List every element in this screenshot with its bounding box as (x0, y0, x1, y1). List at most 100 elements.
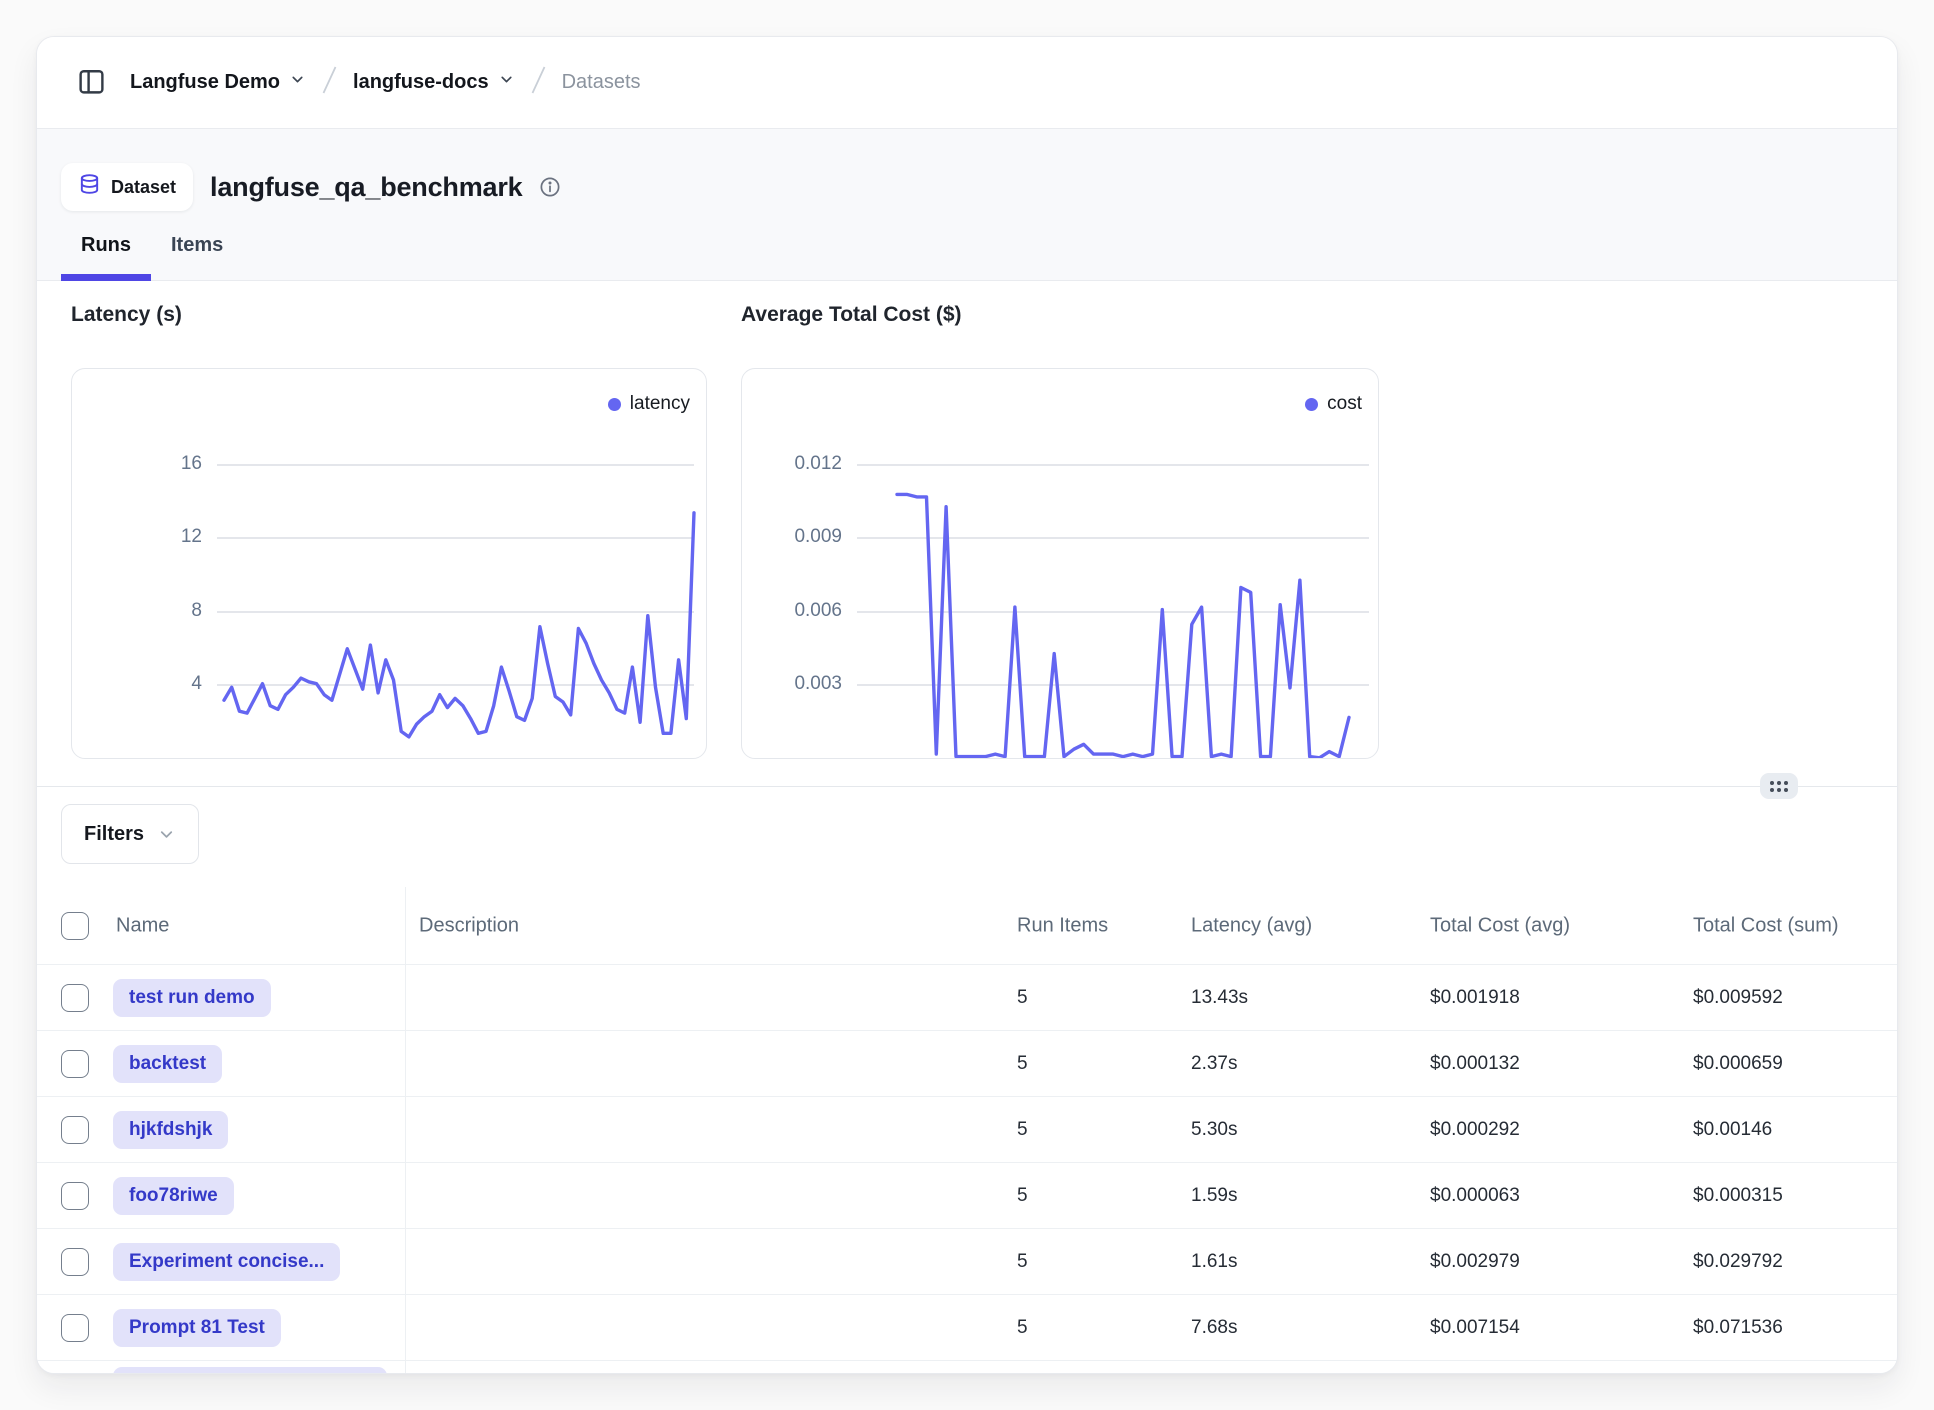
total-cost-avg-cell: $0.007154 (1430, 1317, 1520, 1339)
run-name-badge[interactable]: Prompt 81 Test (113, 1309, 281, 1347)
section-divider (37, 786, 1897, 787)
table-row[interactable]: Prompt 81 Test 5 7.68s $0.007154 $0.071536 (37, 1295, 1897, 1361)
latency-avg-cell: 13.43s (1191, 987, 1248, 1009)
table-row[interactable]: foo78riwe 5 1.59s $0.000063 $0.000315 (37, 1163, 1897, 1229)
org-name: Langfuse Demo (130, 71, 280, 94)
cost-chart-title: Average Total Cost ($) (741, 303, 962, 327)
legend-dot-icon (608, 398, 621, 411)
tab-items[interactable]: Items (151, 234, 243, 280)
latency-avg-cell: 1.61s (1191, 1251, 1237, 1273)
cost-line-plot (742, 369, 1379, 759)
total-cost-sum-cell: $0.009592 (1693, 987, 1783, 1009)
table-row-partial[interactable] (37, 1361, 1897, 1373)
total-cost-sum-cell: $0.000659 (1693, 1053, 1783, 1075)
run-name-badge[interactable]: backtest (113, 1045, 222, 1083)
row-checkbox[interactable] (61, 984, 89, 1012)
filters-button[interactable]: Filters (61, 804, 199, 864)
app-window: Langfuse Demo langfuse-docs Datasets (36, 36, 1898, 1374)
table-row[interactable]: test run demo 5 13.43s $0.001918 $0.009592 (37, 965, 1897, 1031)
breadcrumb: Langfuse Demo langfuse-docs Datasets (130, 64, 641, 102)
latency-chart-legend: latency (608, 393, 690, 415)
breadcrumb-separator-icon (320, 64, 339, 102)
resize-handle[interactable] (1760, 773, 1798, 799)
total-cost-sum-cell: $0.00146 (1693, 1119, 1772, 1141)
run-name-badge[interactable]: test run demo (113, 979, 271, 1017)
cost-chart-legend: cost (1305, 393, 1362, 415)
chevron-down-icon (498, 71, 515, 94)
y-axis-tick-label: 0.006 (742, 600, 842, 622)
breadcrumb-separator-icon (529, 64, 548, 102)
column-header-latency-avg[interactable]: Latency (avg) (1191, 914, 1312, 937)
total-cost-avg-cell: $0.000132 (1430, 1053, 1520, 1075)
column-header-total-cost-avg[interactable]: Total Cost (avg) (1430, 914, 1570, 937)
latency-avg-cell: 5.30s (1191, 1119, 1237, 1141)
total-cost-sum-cell: $0.071536 (1693, 1317, 1783, 1339)
y-axis-tick-label: 0.003 (742, 673, 842, 695)
total-cost-sum-cell: $0.000315 (1693, 1185, 1783, 1207)
breadcrumb-section[interactable]: Datasets (562, 71, 641, 94)
run-items-cell: 5 (1017, 1317, 1028, 1339)
latency-line-plot (72, 369, 707, 759)
row-checkbox[interactable] (61, 1182, 89, 1210)
latency-chart: latency 161284 (71, 368, 707, 759)
chevron-down-icon (289, 71, 306, 94)
legend-dot-icon (1305, 398, 1318, 411)
run-name-badge[interactable] (113, 1367, 387, 1373)
select-all-checkbox[interactable] (61, 912, 89, 940)
y-axis-tick-label: 8 (92, 600, 202, 622)
column-header-description[interactable]: Description (419, 914, 519, 937)
tab-runs[interactable]: Runs (61, 234, 151, 280)
y-axis-tick-label: 0.012 (742, 453, 842, 475)
run-items-cell: 5 (1017, 1185, 1028, 1207)
table-row[interactable]: backtest 5 2.37s $0.000132 $0.000659 (37, 1031, 1897, 1097)
run-items-cell: 5 (1017, 1119, 1028, 1141)
row-checkbox[interactable] (61, 1314, 89, 1342)
latency-avg-cell: 7.68s (1191, 1317, 1237, 1339)
row-checkbox[interactable] (61, 1248, 89, 1276)
cost-chart: cost 0.012 0.009 0.006 0.003 (741, 368, 1379, 759)
page-title: langfuse_qa_benchmark (210, 172, 522, 203)
chevron-down-icon (157, 825, 176, 844)
column-header-total-cost-sum[interactable]: Total Cost (sum) (1693, 914, 1839, 937)
column-header-run-items[interactable]: Run Items (1017, 914, 1108, 937)
database-icon (78, 173, 101, 201)
run-items-cell: 5 (1017, 1053, 1028, 1075)
run-name-badge[interactable]: Experiment concise... (113, 1243, 340, 1281)
y-axis-tick-label: 0.009 (742, 526, 842, 548)
legend-label: cost (1327, 393, 1362, 415)
run-name-badge[interactable]: foo78riwe (113, 1177, 234, 1215)
filters-label: Filters (84, 823, 144, 846)
info-icon[interactable] (539, 176, 561, 198)
row-checkbox[interactable] (61, 1116, 89, 1144)
top-bar: Langfuse Demo langfuse-docs Datasets (37, 37, 1897, 129)
run-name-badge[interactable]: hjkfdshjk (113, 1111, 228, 1149)
legend-label: latency (630, 393, 690, 415)
total-cost-sum-cell: $0.029792 (1693, 1251, 1783, 1273)
latency-avg-cell: 1.59s (1191, 1185, 1237, 1207)
tab-bar: Runs Items (61, 234, 243, 280)
dataset-badge: Dataset (61, 163, 193, 211)
latency-chart-title: Latency (s) (71, 303, 182, 327)
table-row[interactable]: hjkfdshjk55.30s$0.000292$0.00146 (37, 1097, 1897, 1163)
row-checkbox[interactable] (61, 1050, 89, 1078)
breadcrumb-org[interactable]: Langfuse Demo (130, 71, 306, 94)
run-items-cell: 5 (1017, 987, 1028, 1009)
y-axis-tick-label: 4 (92, 673, 202, 695)
latency-avg-cell: 2.37s (1191, 1053, 1237, 1075)
total-cost-avg-cell: $0.001918 (1430, 987, 1520, 1009)
panel-left-icon (77, 67, 106, 99)
table-row[interactable]: Experiment concise... 5 1.61s $0.002979 $0.0… (37, 1229, 1897, 1295)
grip-dots-icon (1770, 781, 1788, 792)
run-items-cell: 5 (1017, 1251, 1028, 1273)
total-cost-avg-cell: $0.000063 (1430, 1185, 1520, 1207)
sidebar-toggle-button[interactable] (77, 67, 106, 99)
runs-table: Name Description Run Items Latency (avg)… (37, 887, 1897, 1373)
total-cost-avg-cell: $0.002979 (1430, 1251, 1520, 1273)
column-header-name[interactable]: Name (116, 914, 169, 937)
table-header-row: Name Description Run Items Latency (avg)… (37, 887, 1897, 965)
y-axis-tick-label: 16 (92, 453, 202, 475)
table-body: test run demo 5 13.43s $0.001918 $0.009592 ba… (37, 965, 1897, 1373)
dataset-badge-label: Dataset (111, 177, 176, 198)
dataset-header: Dataset langfuse_qa_benchmark Runs Items (37, 129, 1897, 281)
breadcrumb-project[interactable]: langfuse-docs (353, 71, 515, 94)
